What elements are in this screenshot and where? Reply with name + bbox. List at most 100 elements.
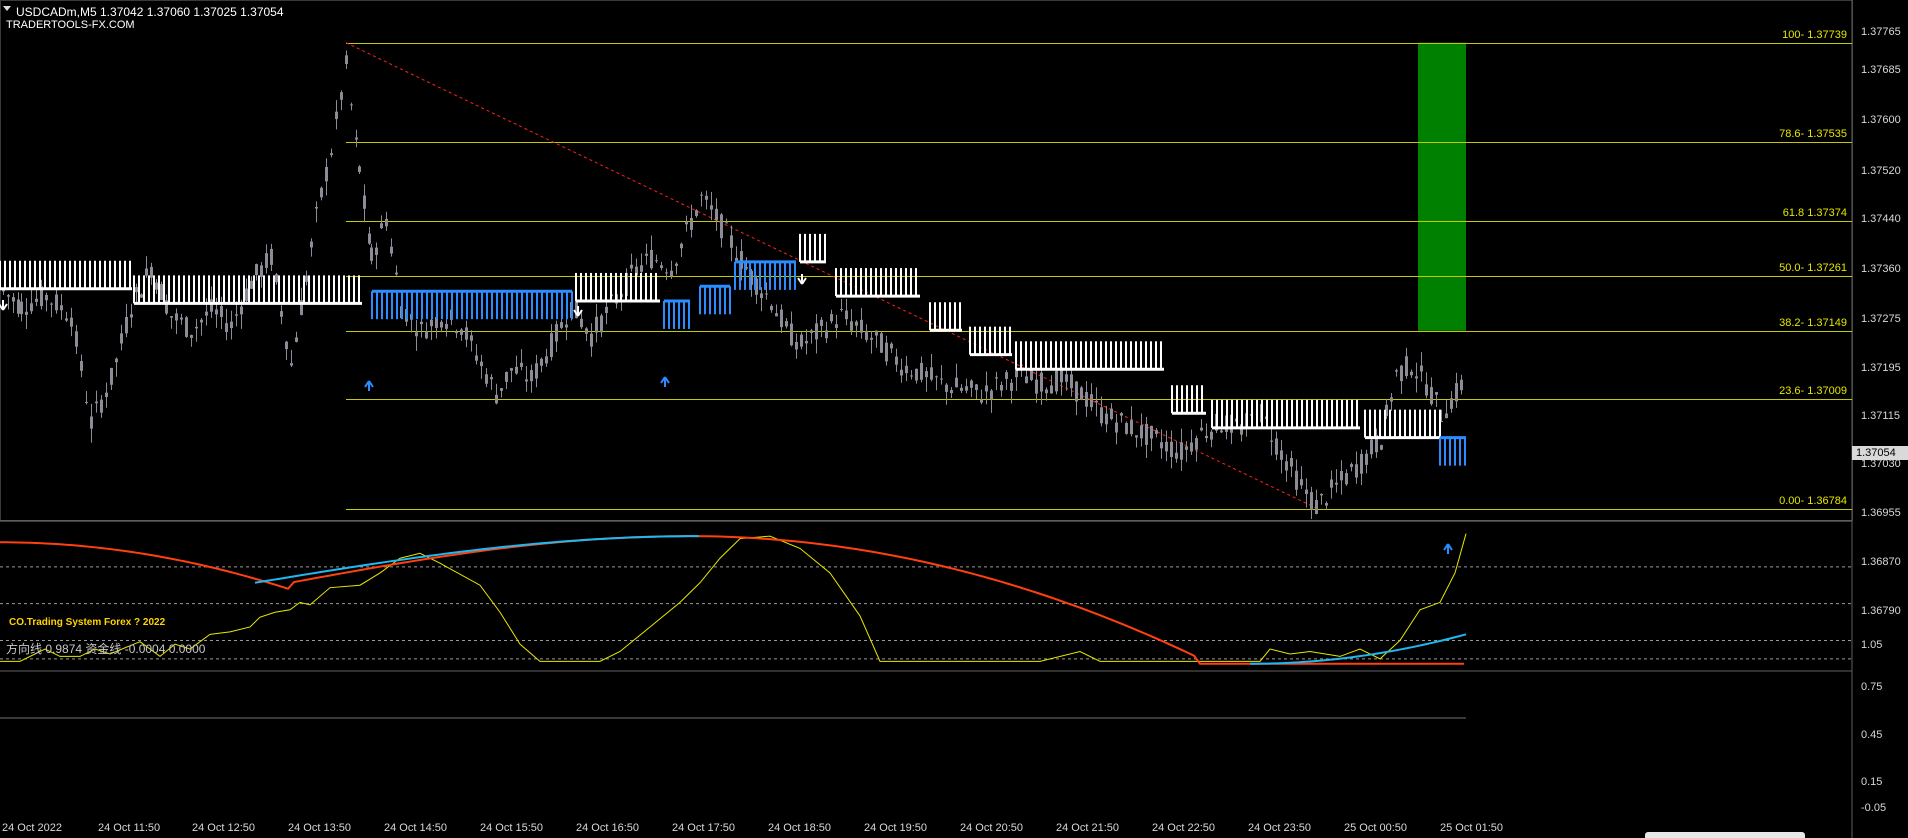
candle-body xyxy=(375,247,378,255)
candle-body xyxy=(170,316,173,318)
candle-body xyxy=(1445,413,1448,419)
candle-body xyxy=(800,334,803,347)
candle-body xyxy=(630,264,633,269)
main-panel-frame xyxy=(0,0,1853,521)
price-tick-label: 1.36870 xyxy=(1861,556,1901,568)
chart-menu-arrow-icon[interactable] xyxy=(3,6,11,11)
candle-body xyxy=(1370,439,1373,455)
candle-body xyxy=(1035,379,1038,394)
candle-body xyxy=(470,335,473,341)
price-tick-label: 1.37520 xyxy=(1861,165,1901,177)
candle-body xyxy=(975,384,978,391)
candle-body xyxy=(590,333,593,347)
candle-body xyxy=(145,268,148,276)
candle-body xyxy=(370,247,373,261)
candle-body xyxy=(1325,503,1328,506)
indicator-tick-label: 1.05 xyxy=(1861,639,1883,651)
candle-body xyxy=(1195,438,1198,450)
target-zone xyxy=(1418,42,1466,331)
scrollbar-thumb[interactable] xyxy=(1645,832,1805,838)
indicator-title: 方向线 0.9874 资金线 -0.0004 0.0000 xyxy=(6,642,206,656)
candle-body xyxy=(1425,384,1428,396)
candle-body xyxy=(940,378,943,380)
sell-arrow-icon xyxy=(0,300,8,311)
candle-body xyxy=(1330,479,1333,488)
candle-body xyxy=(490,377,493,380)
candle-body xyxy=(230,321,233,329)
candle-body xyxy=(765,293,768,295)
candle-body xyxy=(1460,379,1463,391)
candle-body xyxy=(125,316,128,334)
candle-body xyxy=(655,260,658,262)
candle-body xyxy=(945,384,948,392)
candle-body xyxy=(17,299,20,314)
indicator-tick-label: -0.05 xyxy=(1861,802,1887,814)
candle-body xyxy=(120,333,123,344)
candle-body xyxy=(1080,387,1083,400)
candle-body xyxy=(890,343,893,349)
candle-body xyxy=(130,314,133,318)
candle-body xyxy=(155,282,158,290)
candle-body xyxy=(580,318,583,328)
candle-body xyxy=(540,358,543,366)
candle-body xyxy=(670,270,673,277)
time-tick-label: 24 Oct 18:50 xyxy=(768,822,831,834)
price-tick-label: 1.37360 xyxy=(1861,263,1901,275)
candle-body xyxy=(1005,372,1008,379)
chart-window[interactable]: USDCADm,M5 1.37042 1.37060 1.37025 1.370… xyxy=(0,0,1908,838)
candle-body xyxy=(870,337,873,340)
candle-body xyxy=(930,367,933,380)
candle-body xyxy=(485,374,488,384)
candle-body xyxy=(1095,400,1098,403)
candle-body xyxy=(850,321,853,331)
candle-body xyxy=(990,390,993,400)
time-tick-label: 24 Oct 19:50 xyxy=(864,822,927,834)
candle-body xyxy=(550,333,553,358)
candle-body xyxy=(835,324,838,329)
fib-level-label: 38.2- 1.37149 xyxy=(1779,317,1847,329)
candle-body xyxy=(363,195,366,209)
fib-level-label: 78.6- 1.37535 xyxy=(1779,128,1847,140)
candle-body xyxy=(600,315,603,333)
candle-body xyxy=(690,217,693,230)
candle-body xyxy=(715,208,718,221)
candle-body xyxy=(358,166,361,172)
candle-body xyxy=(220,306,223,317)
candle-body xyxy=(1310,492,1313,510)
time-tick-label: 24 Oct 17:50 xyxy=(672,822,735,834)
candle-body xyxy=(260,265,263,277)
candle-body xyxy=(140,294,143,298)
fib-level-label: 23.6- 1.37009 xyxy=(1779,385,1847,397)
candle-body xyxy=(320,187,323,198)
time-tick-label: 24 Oct 13:50 xyxy=(288,822,351,834)
direction-line xyxy=(0,533,1467,662)
price-chart[interactable] xyxy=(0,0,1908,838)
candle-body xyxy=(345,55,348,64)
symbol-title: USDCADm,M5 1.37042 1.37060 1.37025 1.370… xyxy=(16,5,284,19)
copyright-note: CO.Trading System Forex ? 2022 xyxy=(9,617,166,628)
candle-body xyxy=(190,335,193,338)
current-price-badge: 1.37054 xyxy=(1852,446,1908,460)
candle-body xyxy=(1290,457,1293,467)
candle-body xyxy=(1205,435,1208,439)
candle-body xyxy=(1145,423,1148,445)
candle-body xyxy=(705,195,708,200)
fib-level-label: 0.00- 1.36784 xyxy=(1779,495,1847,507)
candle-body xyxy=(105,392,108,398)
candle-body xyxy=(290,363,293,366)
candle-body xyxy=(860,319,863,333)
candle-body xyxy=(385,218,388,227)
candle-body xyxy=(730,235,733,248)
candle-body xyxy=(1285,461,1288,471)
candle-body xyxy=(1360,453,1363,474)
candle-body xyxy=(815,323,818,340)
candle-body xyxy=(1450,398,1453,409)
candle-body xyxy=(505,371,508,382)
candle-body xyxy=(935,376,938,378)
candle-body xyxy=(1120,413,1123,416)
candle-body xyxy=(1355,464,1358,478)
candle-body xyxy=(1405,356,1408,377)
time-tick-label: 25 Oct 00:50 xyxy=(1344,822,1407,834)
candle-body xyxy=(240,306,243,315)
candle-body xyxy=(1150,425,1153,439)
